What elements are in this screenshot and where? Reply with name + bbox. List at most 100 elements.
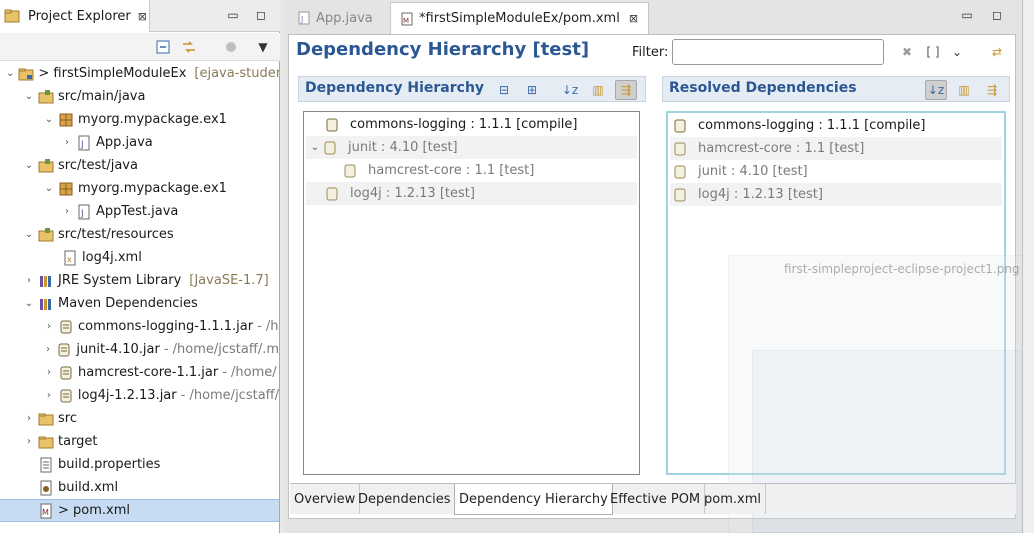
tree-item-label: src/main/java <box>58 89 146 104</box>
close-view-icon[interactable]: ⊠ <box>138 10 147 23</box>
expand-all-icon[interactable]: ⊞ <box>521 80 543 100</box>
chevron-down-icon[interactable]: ⌄ <box>44 183 54 194</box>
library-icon <box>40 275 51 287</box>
explorer-tab-bar: Project Explorer ⊠ ▭ ◻ <box>0 0 280 32</box>
tree-item-jar[interactable]: › log4j-1.2.13.jar - /home/jcstaff/ <box>0 384 279 407</box>
chevron-right-icon[interactable]: › <box>62 206 72 217</box>
tree-item-jre-library[interactable]: › JRE System Library [JavaSE-1.7] <box>0 269 279 292</box>
chevron-down-icon[interactable]: ⌄ <box>6 68 14 79</box>
tree-item-label: AppTest.java <box>96 204 179 219</box>
tab-pom-xml-source[interactable]: pom.xml <box>700 484 766 514</box>
tab-label: Effective POM <box>610 491 701 507</box>
tab-overview[interactable]: Overview <box>290 484 361 514</box>
tab-label: Dependencies <box>358 491 451 507</box>
chevron-right-icon[interactable]: › <box>44 390 54 401</box>
view-filter-icon[interactable] <box>222 38 240 56</box>
project-folder-icon <box>18 68 34 80</box>
explorer-toolbar: ▼ <box>0 33 280 61</box>
view-menu-icon[interactable]: ▼ <box>254 38 272 56</box>
filter-options-icon[interactable]: [ ] <box>922 42 944 62</box>
tab-project-explorer[interactable]: Project Explorer ⊠ <box>0 0 150 32</box>
chevron-right-icon[interactable]: › <box>24 275 34 286</box>
clear-filter-icon[interactable]: ✖ <box>896 42 918 62</box>
chevron-down-icon[interactable]: ⌄ <box>24 91 34 102</box>
hierarchy-item-label: hamcrest-core : 1.1 [test] <box>368 163 535 178</box>
tab-label: pom.xml <box>704 491 761 507</box>
tree-item-pom-xml[interactable]: M > pom.xml <box>0 499 279 522</box>
jar-icon <box>324 141 336 154</box>
editor-page-tabs: Overview Dependencies Dependency Hierarc… <box>290 483 1016 515</box>
sort-icon[interactable]: ↓z <box>559 80 581 100</box>
tree-item-project[interactable]: ⌄ > firstSimpleModuleEx [ejava-studer <box>0 62 279 85</box>
tree-item-label: commons-logging-1.1.1.jar <box>78 319 254 334</box>
jar-icon <box>674 119 686 132</box>
tab-effective-pom[interactable]: Effective POM <box>606 484 706 514</box>
chevron-down-icon[interactable]: ⌄ <box>24 229 34 240</box>
minimize-editor-icon[interactable]: ▭ <box>958 6 976 24</box>
filter-input[interactable] <box>672 39 884 65</box>
tab-pom-xml[interactable]: M *firstSimpleModuleEx/pom.xml ⊠ <box>390 2 650 34</box>
resolved-item[interactable]: commons-logging : 1.1.1 [compile] <box>670 114 1002 137</box>
maximize-editor-icon[interactable]: ◻ <box>988 6 1006 24</box>
filter-toggle-icon[interactable]: ⇶ <box>615 80 637 100</box>
tree-item-package-test[interactable]: ⌄ myorg.mypackage.ex1 <box>0 177 279 200</box>
tree-item-jar[interactable]: › commons-logging-1.1.1.jar - /h <box>0 315 279 338</box>
tree-item-log4j-xml[interactable]: x log4j.xml <box>0 246 279 269</box>
tab-app-java[interactable]: J App.java <box>288 2 383 34</box>
tree-item-build-xml[interactable]: build.xml <box>0 476 279 499</box>
chevron-down-icon[interactable]: ⌄ <box>946 42 968 62</box>
tree-item-label: src/test/resources <box>58 227 174 242</box>
chevron-right-icon[interactable]: › <box>62 137 72 148</box>
filter-toggle-icon[interactable]: ⇶ <box>981 80 1003 100</box>
tree-item-apptest-java[interactable]: › J AppTest.java <box>0 200 279 223</box>
tree-item-app-java[interactable]: › J App.java <box>0 131 279 154</box>
tree-item-src-main-java[interactable]: ⌄ src/main/java <box>0 85 279 108</box>
chevron-right-icon[interactable]: › <box>44 321 54 332</box>
tree-item-maven-dependencies[interactable]: ⌄ Maven Dependencies <box>0 292 279 315</box>
tab-dependency-hierarchy[interactable]: Dependency Hierarchy <box>454 484 613 515</box>
tree-item-build-properties[interactable]: build.properties <box>0 453 279 476</box>
tab-project-explorer-label: Project Explorer <box>28 8 131 24</box>
jar-icon <box>326 187 338 200</box>
chevron-down-icon[interactable]: ⌄ <box>44 114 54 125</box>
tree-item-src-test-java[interactable]: ⌄ src/test/java <box>0 154 279 177</box>
tree-item-package-main[interactable]: ⌄ myorg.mypackage.ex1 <box>0 108 279 131</box>
close-tab-icon[interactable]: ⊠ <box>629 12 638 25</box>
maximize-view-icon[interactable]: ◻ <box>252 6 270 24</box>
show-group-id-icon[interactable]: ▥ <box>953 80 975 100</box>
tree-item-src[interactable]: › src <box>0 407 279 430</box>
tree-item-label: JRE System Library <box>58 273 182 288</box>
hierarchy-item[interactable]: commons-logging : 1.1.1 [compile] <box>306 113 637 136</box>
chevron-down-icon[interactable]: ⌄ <box>24 298 34 309</box>
chevron-down-icon[interactable]: ⌄ <box>310 142 320 153</box>
java-file-icon: J <box>78 135 90 150</box>
chevron-down-icon[interactable]: ⌄ <box>24 160 34 171</box>
resolved-item[interactable]: hamcrest-core : 1.1 [test] <box>670 137 1002 160</box>
sort-icon[interactable]: ↓z <box>925 80 947 100</box>
tree-item-jar[interactable]: › junit-4.10.jar - /home/jcstaff/.m <box>0 338 279 361</box>
minimize-view-icon[interactable]: ▭ <box>224 6 242 24</box>
tree-item-label: junit-4.10.jar <box>76 342 160 357</box>
chevron-right-icon[interactable]: › <box>24 436 34 447</box>
folder-icon <box>38 413 54 425</box>
collapse-all-icon[interactable] <box>154 38 172 56</box>
hierarchy-item[interactable]: hamcrest-core : 1.1 [test] <box>306 159 637 182</box>
chevron-right-icon[interactable]: › <box>44 344 52 355</box>
package-icon <box>59 113 73 126</box>
link-with-editor-icon[interactable] <box>180 38 198 56</box>
tree-item-jar[interactable]: › hamcrest-core-1.1.jar - /home/ <box>0 361 279 384</box>
hierarchy-item[interactable]: ⌄ junit : 4.10 [test] <box>306 136 637 159</box>
resolved-item[interactable]: junit : 4.10 [test] <box>670 160 1002 183</box>
chevron-right-icon[interactable]: › <box>44 367 54 378</box>
tree-item-src-test-resources[interactable]: ⌄ src/test/resources <box>0 223 279 246</box>
resolved-item[interactable]: log4j : 1.2.13 [test] <box>670 183 1002 206</box>
editor-tab-bar: J App.java M *firstSimpleModuleEx/pom.xm… <box>284 0 1022 34</box>
tree-item-target[interactable]: › target <box>0 430 279 453</box>
hierarchy-item[interactable]: log4j : 1.2.13 [test] <box>306 182 637 205</box>
refresh-icon[interactable]: ⇄ <box>986 42 1008 62</box>
tab-dependencies[interactable]: Dependencies <box>354 484 456 514</box>
chevron-right-icon[interactable]: › <box>24 413 34 424</box>
java-file-icon: J <box>298 11 310 25</box>
collapse-all-icon[interactable]: ⊟ <box>493 80 515 100</box>
show-group-id-icon[interactable]: ▥ <box>587 80 609 100</box>
